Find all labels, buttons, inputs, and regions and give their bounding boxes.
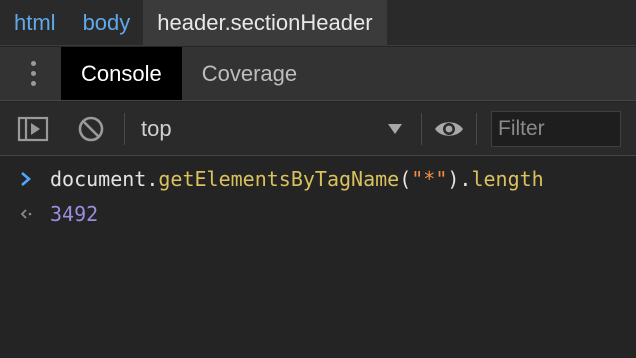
- chevron-right-icon: [0, 171, 50, 187]
- code-open-paren: (: [399, 167, 412, 191]
- code-method: getElementsByTagName: [158, 167, 400, 191]
- devtools-panel: html body header.sectionHeader Console C…: [0, 0, 636, 358]
- kebab-menu-icon[interactable]: [5, 47, 61, 100]
- filter-input[interactable]: [491, 110, 621, 147]
- clear-console-icon: [78, 116, 104, 141]
- tab-coverage[interactable]: Coverage: [182, 47, 317, 100]
- breadcrumb-item-header[interactable]: header.sectionHeader: [143, 0, 387, 46]
- code-close-paren: ).: [447, 167, 472, 191]
- live-expression-button[interactable]: [422, 118, 476, 140]
- show-sidebar-icon: [17, 116, 49, 141]
- code-object: document: [50, 167, 147, 191]
- clear-console-button[interactable]: [66, 115, 116, 143]
- context-selector[interactable]: top: [141, 116, 403, 142]
- console-toolbar: top: [0, 102, 636, 156]
- console-input-line[interactable]: document. getElementsByTagName("*"). lengt…: [0, 162, 544, 196]
- breadcrumb-item-html[interactable]: html: [0, 0, 70, 46]
- drawer-tab-bar: Console Coverage: [0, 47, 636, 101]
- return-arrow-icon: [0, 207, 50, 221]
- tab-console[interactable]: Console: [61, 47, 182, 100]
- triangle-down-icon: [388, 123, 402, 134]
- code-string-arg: "*": [411, 167, 448, 191]
- breadcrumb-item-body[interactable]: body: [70, 0, 144, 46]
- dom-breadcrumb: html body header.sectionHeader: [0, 0, 636, 46]
- context-value: top: [141, 115, 172, 141]
- show-sidebar-button[interactable]: [0, 115, 66, 143]
- console-messages: document. getElementsByTagName("*"). lengt…: [0, 157, 636, 358]
- eye-icon: [435, 121, 463, 136]
- code-dot: .: [146, 167, 159, 191]
- toolbar-divider: [476, 112, 477, 145]
- console-output-line: 3492: [0, 197, 98, 231]
- result-value: 3492: [50, 202, 99, 226]
- code-property: length: [471, 167, 544, 191]
- toolbar-divider: [124, 112, 125, 145]
